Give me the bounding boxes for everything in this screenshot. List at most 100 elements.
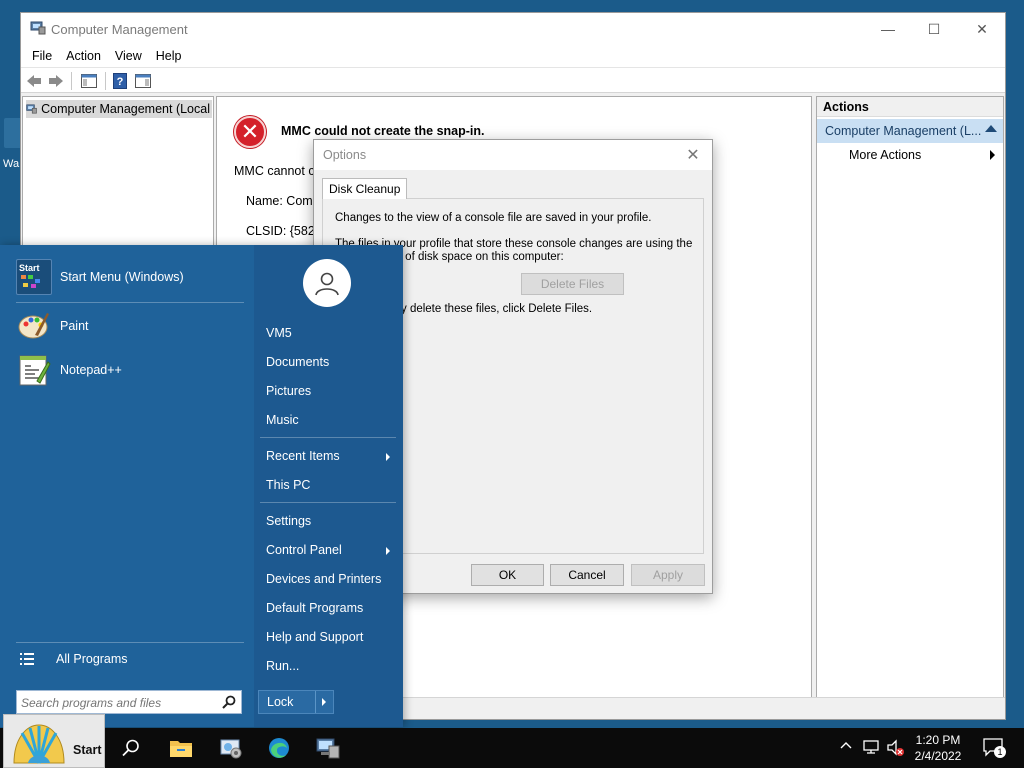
console-tree-icon: [81, 74, 97, 88]
tab-disk-cleanup[interactable]: Disk Cleanup: [322, 178, 408, 199]
forward-arrow-icon: [49, 75, 63, 87]
dialog-close-button[interactable]: ✕: [682, 144, 704, 166]
pinned-app-label: Paint: [60, 319, 89, 333]
back-button[interactable]: [25, 71, 43, 91]
start-link-label: Control Panel: [266, 543, 342, 557]
network-tray-icon[interactable]: [862, 739, 880, 758]
edge-icon: [269, 738, 289, 758]
actions-pane: Actions Computer Management (L... More A…: [816, 96, 1004, 712]
minimize-button[interactable]: —: [865, 13, 911, 45]
network-icon: [863, 740, 879, 754]
show-hide-console-tree-button[interactable]: [79, 71, 99, 91]
submenu-arrow-icon: [386, 547, 390, 555]
notification-count-badge: 1: [994, 746, 1006, 758]
start-orb-icon: [13, 724, 65, 764]
start-link-recent-items[interactable]: Recent Items: [266, 449, 396, 463]
taskbar-control-panel[interactable]: [216, 734, 246, 762]
user-avatar[interactable]: [303, 259, 351, 307]
lock-split-divider: [315, 691, 316, 713]
dialog-text-disk-space: unt of disk space on this computer:: [386, 251, 564, 263]
speaker-muted-icon: [887, 739, 904, 756]
start-menu-separator: [260, 437, 396, 438]
pinned-paint[interactable]: Paint: [16, 308, 89, 344]
start-link-music[interactable]: Music: [266, 413, 299, 427]
start-link-default-programs[interactable]: Default Programs: [266, 601, 363, 615]
menu-help[interactable]: Help: [149, 49, 189, 63]
start-link-control-panel[interactable]: Control Panel: [266, 543, 396, 557]
start-link-label: Recent Items: [266, 449, 340, 463]
cancel-button[interactable]: Cancel: [550, 564, 624, 586]
chevron-up-icon: [840, 742, 852, 749]
action-center-button[interactable]: 1: [982, 736, 1006, 760]
pinned-start-menu-windows[interactable]: Start Start Menu (Windows): [16, 259, 184, 295]
error-icon: ✕: [234, 116, 266, 148]
volume-tray-icon[interactable]: [886, 739, 904, 760]
more-actions-item[interactable]: More Actions: [817, 143, 1003, 167]
menu-view[interactable]: View: [108, 49, 149, 63]
toolbar-separator: [71, 72, 72, 90]
start-link-settings[interactable]: Settings: [266, 514, 311, 528]
taskbar-computer-management[interactable]: [313, 734, 343, 762]
back-arrow-icon: [27, 75, 41, 87]
taskbar-search-button[interactable]: [116, 734, 146, 762]
start-link-user[interactable]: VM5: [266, 326, 292, 340]
actions-group-computer-management[interactable]: Computer Management (L...: [817, 119, 1003, 143]
start-button[interactable]: Start: [3, 714, 105, 768]
list-icon: [20, 653, 34, 665]
paint-icon: [16, 308, 52, 344]
start-link-documents[interactable]: Documents: [266, 355, 329, 369]
start-link-devices-printers[interactable]: Devices and Printers: [266, 572, 381, 586]
help-icon: ?: [113, 73, 127, 89]
maximize-button[interactable]: ☐: [911, 13, 957, 45]
ok-button[interactable]: OK: [471, 564, 544, 586]
control-panel-icon: [220, 739, 242, 759]
forward-button[interactable]: [47, 71, 65, 91]
show-hidden-icons-button[interactable]: [840, 740, 852, 755]
clock-date: 2/4/2022: [914, 749, 962, 763]
taskbar: Start 1:20 PM 2/4/2022 1: [0, 714, 1024, 768]
more-actions-label: More Actions: [849, 148, 922, 162]
taskbar-file-explorer[interactable]: [166, 734, 196, 762]
taskbar-edge[interactable]: [264, 734, 294, 762]
delete-files-button[interactable]: Delete Files: [521, 273, 624, 295]
clock[interactable]: 1:20 PM 2/4/2022: [905, 732, 971, 764]
all-programs-button[interactable]: All Programs: [20, 652, 128, 666]
tree-item-computer-management[interactable]: Computer Management (Local: [26, 100, 212, 118]
apply-button[interactable]: Apply: [631, 564, 705, 586]
user-icon: [315, 272, 339, 296]
window-title: Computer Management: [51, 22, 188, 37]
start-menu-app-icon: Start: [16, 259, 52, 295]
start-link-run[interactable]: Run...: [266, 659, 299, 673]
window-titlebar[interactable]: Computer Management — ☐ ✕: [21, 13, 1005, 45]
submenu-arrow-icon: [386, 453, 390, 461]
start-menu-app-icon-text: Start: [19, 263, 40, 273]
menu-action[interactable]: Action: [59, 49, 108, 63]
toolbar: ?: [21, 67, 1005, 93]
start-link-help-support[interactable]: Help and Support: [266, 630, 363, 644]
action-pane-icon: [135, 74, 151, 88]
dialog-titlebar[interactable]: Options ✕: [314, 140, 712, 170]
error-message: MMC cannot cr: [234, 164, 319, 178]
search-icon[interactable]: [222, 695, 236, 709]
lock-button[interactable]: Lock: [258, 690, 334, 714]
clock-time: 1:20 PM: [915, 733, 961, 747]
show-hide-action-pane-button[interactable]: [133, 71, 153, 91]
start-menu-places-column: VM5 Documents Pictures Music Recent Item…: [254, 245, 403, 727]
svg-text:?: ?: [117, 76, 124, 88]
start-link-this-pc[interactable]: This PC: [266, 478, 310, 492]
start-search-input[interactable]: [21, 694, 213, 711]
lock-label: Lock: [267, 695, 294, 709]
start-menu-separator: [16, 302, 244, 303]
help-button[interactable]: ?: [111, 71, 129, 91]
computer-management-icon: [316, 738, 340, 759]
start-search-box[interactable]: [16, 690, 242, 714]
submenu-arrow-icon: [990, 150, 995, 160]
menu-file[interactable]: File: [25, 49, 59, 63]
toolbar-separator: [105, 72, 106, 90]
computer-icon: [26, 104, 37, 114]
close-button[interactable]: ✕: [959, 13, 1005, 45]
pinned-notepad-plus-plus[interactable]: Notepad++: [16, 352, 122, 388]
menu-bar: File Action View Help: [21, 45, 1005, 67]
power-options-arrow-icon[interactable]: [322, 698, 326, 706]
start-link-pictures[interactable]: Pictures: [266, 384, 311, 398]
